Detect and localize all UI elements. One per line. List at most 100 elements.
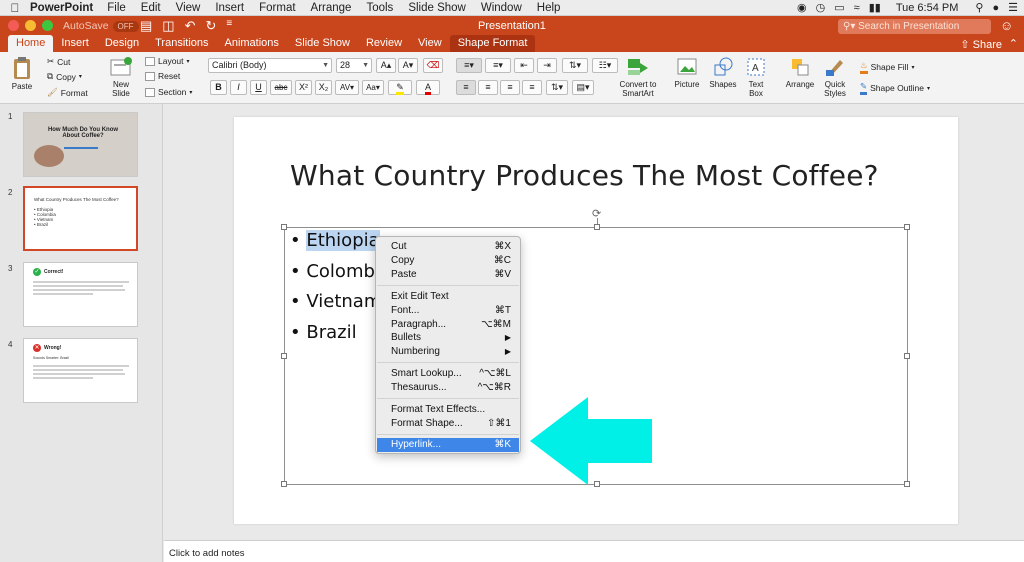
insert-picture-button[interactable]: Picture [671,56,703,89]
menu-item-copy[interactable]: Copy ⌘C [377,254,519,268]
line-spacing-button[interactable]: ⇅▾ [562,58,588,73]
insert-shapes-button[interactable]: Shapes [706,56,740,89]
menu-edit[interactable]: Edit [141,2,161,14]
maximize-window-icon[interactable] [42,20,53,31]
font-color-button[interactable]: A [416,80,440,95]
close-window-icon[interactable] [8,20,19,31]
creative-cloud-icon[interactable]: ◉ [797,0,807,16]
menu-item-hyperlink[interactable]: Hyperlink... ⌘K [377,438,519,452]
battery-icon[interactable]: ▮▮ [869,0,881,16]
resize-handle-bottom-right[interactable] [904,481,910,487]
menu-slide-show[interactable]: Slide Show [408,2,466,14]
menu-item-smart-lookup[interactable]: Smart Lookup... ^⌥⌘L [377,367,519,381]
superscript-button[interactable]: X² [295,80,312,95]
tab-slide-show[interactable]: Slide Show [287,35,358,52]
resize-handle-bottom-left[interactable] [281,481,287,487]
align-right-button[interactable]: ≡ [500,80,520,95]
slide-thumbnail-3[interactable]: ✓ Correct! [23,262,138,327]
resize-handle-top[interactable] [594,224,600,230]
clear-formatting-button[interactable]: ⌫ [423,58,443,73]
menu-item-format-shape[interactable]: Format Shape... ⇧⌘1 [377,417,519,431]
slide-thumbnail-2[interactable]: What Country Produces The Most Coffee? •… [23,186,138,251]
airplay-icon[interactable]: ▭ [834,0,844,16]
customize-toolbar-icon[interactable]: ≡ [226,18,232,34]
layout-button[interactable]: Layout ▾ [145,56,190,66]
decrease-indent-button[interactable]: ⇤ [514,58,534,73]
menu-item-bullets[interactable]: Bullets ▶ [377,331,519,345]
shape-outline-button[interactable]: ✎ Shape Outline ▾ [860,81,930,95]
menu-item-font[interactable]: Font... ⌘T [377,304,519,318]
app-menu[interactable]: PowerPoint [30,2,93,14]
decrease-font-size-button[interactable]: A▾ [398,58,418,73]
resize-handle-right[interactable] [904,353,910,359]
bullets-button[interactable]: ≡▾ [456,58,482,73]
bold-button[interactable]: B [210,80,227,95]
section-button[interactable]: Section ▾ [145,87,192,97]
underline-button[interactable]: U [250,80,267,95]
menu-item-paste[interactable]: Paste ⌘V [377,268,519,282]
wifi-icon[interactable]: ≈ [854,0,860,16]
format-painter-button[interactable]: 🖌 Format [47,87,88,98]
numbering-button[interactable]: ≡▾ [485,58,511,73]
arrange-button[interactable]: Arrange [782,56,818,89]
home-view-icon[interactable]: ▤ [140,18,152,34]
bullet-item-1[interactable]: • Ethiopia [290,230,380,251]
menu-tools[interactable]: Tools [366,2,393,14]
bullet-item-4[interactable]: • Brazil [290,322,357,343]
menu-item-thesaurus[interactable]: Thesaurus... ^⌥⌘R [377,381,519,395]
tab-design[interactable]: Design [97,35,147,52]
reset-button[interactable]: Reset [145,71,180,81]
menu-item-exit-edit-text[interactable]: Exit Edit Text [377,290,519,304]
menu-help[interactable]: Help [537,2,561,14]
change-case-button[interactable]: Aa▾ [362,80,384,95]
character-spacing-button[interactable]: AV▾ [335,80,359,95]
font-name-select[interactable]: Calibri (Body) ▼ [208,58,332,73]
convert-to-smartart-button[interactable]: Convert to SmartArt [614,56,662,98]
autosave-toggle[interactable]: AutoSave OFF [63,20,139,32]
notification-list-icon[interactable]: ☰ [1008,0,1018,16]
clock[interactable]: Tue 6:54 PM [896,2,959,14]
slide-thumbnail-1[interactable]: How Much Do You Know About Coffee? [23,112,138,177]
resize-handle-top-right[interactable] [904,224,910,230]
align-text-button[interactable]: ▤▾ [572,80,594,95]
ribbon-collapse-chevron-icon[interactable]: ⌃ [1009,37,1018,50]
tab-view[interactable]: View [410,35,450,52]
share-button[interactable]: ⇧ Share [960,38,1002,51]
menu-item-format-text-effects[interactable]: Format Text Effects... [377,403,519,417]
subscript-button[interactable]: X₂ [315,80,332,95]
text-direction-button[interactable]: ⇅▾ [546,80,568,95]
menu-window[interactable]: Window [481,2,522,14]
slide-thumbnail-pane[interactable]: 1 How Much Do You Know About Coffee? 2 W… [0,104,163,562]
align-left-button[interactable]: ≡ [456,80,476,95]
insert-textbox-button[interactable]: A Text Box [742,56,770,98]
increase-indent-button[interactable]: ⇥ [537,58,557,73]
selected-text[interactable]: Ethiopia [306,230,380,251]
spotlight-icon[interactable]: ⚲ [975,0,983,16]
resize-handle-top-left[interactable] [281,224,287,230]
slide-title[interactable]: What Country Produces The Most Coffee? [290,159,879,192]
tab-insert[interactable]: Insert [53,35,97,52]
menu-item-numbering[interactable]: Numbering ▶ [377,345,519,359]
redo-icon[interactable]: ↻ [206,18,217,34]
tab-animations[interactable]: Animations [217,35,287,52]
search-input[interactable]: ⚲▾ Search in Presentation [838,19,991,34]
notes-pane[interactable]: Click to add notes [164,540,1024,562]
shape-fill-button[interactable]: ♨ Shape Fill ▾ [860,60,914,74]
quick-styles-button[interactable]: Quick Styles [820,56,850,98]
menu-item-paragraph[interactable]: Paragraph... ⌥⌘M [377,318,519,332]
menu-view[interactable]: View [176,2,201,14]
apple-icon[interactable]:  [0,1,30,15]
cut-button[interactable]: ✂ Cut [47,56,70,67]
tab-review[interactable]: Review [358,35,410,52]
save-icon[interactable]: ◫ [162,18,174,34]
increase-font-size-button[interactable]: A▴ [376,58,396,73]
menu-file[interactable]: File [107,2,126,14]
justify-button[interactable]: ≡ [522,80,542,95]
paste-button[interactable]: Paste [6,56,38,91]
bullet-item-2[interactable]: • Colombi [290,261,380,282]
tab-home[interactable]: Home [8,35,54,52]
menu-format[interactable]: Format [259,2,295,14]
time-machine-icon[interactable]: ◷ [816,0,826,16]
menu-insert[interactable]: Insert [215,2,244,14]
resize-handle-left[interactable] [281,353,287,359]
